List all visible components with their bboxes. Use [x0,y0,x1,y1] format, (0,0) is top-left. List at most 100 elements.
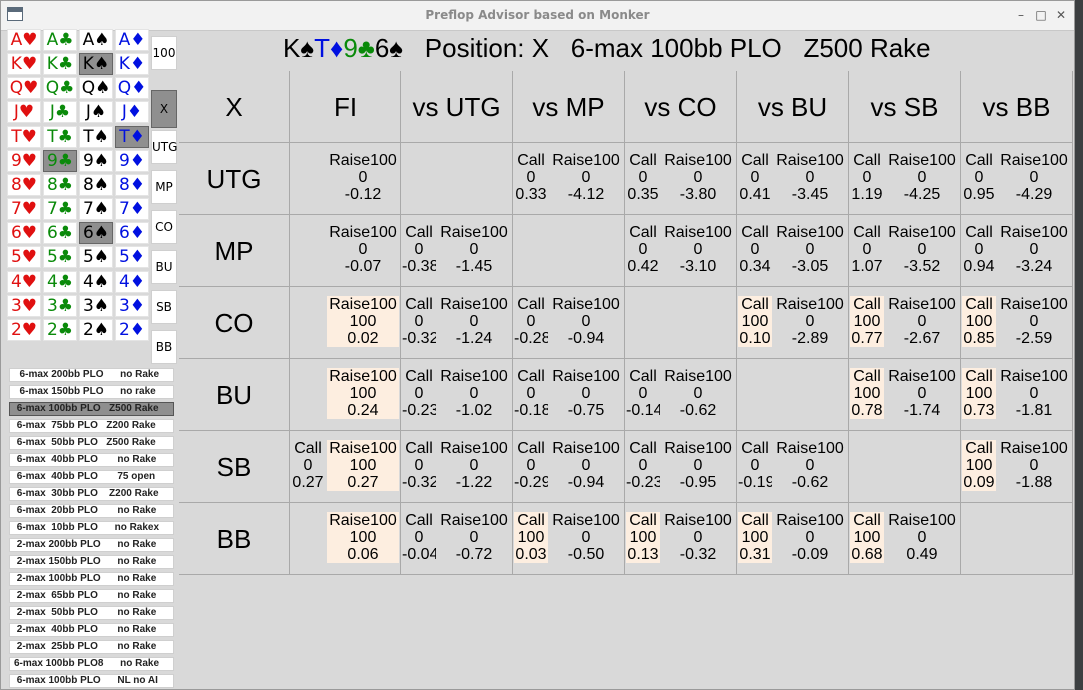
card-2-spades[interactable]: 2♠ [79,318,113,341]
position-button-co[interactable]: CO [151,210,177,244]
sim-list-item[interactable]: 2-max 50bb PLO no Rake [9,606,174,620]
card-T-hearts[interactable]: T♥ [7,125,41,148]
action-call: Call 0 0.94 [962,224,996,275]
close-icon[interactable]: ✕ [1053,7,1069,23]
action-call: Call 0 0.27 [291,440,325,491]
card-9-spades[interactable]: 9♠ [79,149,113,172]
sim-list-item[interactable]: 2-max 100bb PLO no Rake [9,572,174,586]
card-A-clubs[interactable]: A♣ [43,29,77,51]
action-label: Raise100 [664,152,732,169]
action-ev: 0.27 [292,474,324,491]
sim-list-item[interactable]: 2-max 25bb PLO no Rake [9,640,174,654]
sim-list-item[interactable]: 6-max 75bb PLO Z200 Rake [9,419,174,433]
action-call: Call 100 0.03 [514,512,548,563]
action-call: Call 0 -0.23 [402,368,436,419]
action-ev: -0.72 [455,546,493,563]
sim-list-item[interactable]: 6-max 100bb PLO8 no Rake [9,657,174,671]
sim-list-item[interactable]: 6-max 20bb PLO no Rake [9,504,174,518]
action-label: Raise100 [888,296,956,313]
card-2-hearts[interactable]: 2♥ [7,318,41,341]
card-5-clubs[interactable]: 5♣ [43,246,77,269]
card-A-hearts[interactable]: A♥ [7,29,41,51]
card-4-spades[interactable]: 4♠ [79,270,113,293]
sim-list-item[interactable]: 6-max 100bb PLO NL no AI [9,674,174,688]
action-frequency: 0 [805,241,815,258]
card-K-spades[interactable]: K♠ [79,53,113,76]
sim-list-item[interactable]: 6-max 150bb PLO no rake [9,385,174,399]
sim-list-item[interactable]: 2-max 200bb PLO no Rake [9,538,174,552]
card-K-diamonds[interactable]: K♦ [115,53,149,76]
card-2-clubs[interactable]: 2♣ [43,318,77,341]
position-button-sb[interactable]: SB [151,290,177,324]
card-3-hearts[interactable]: 3♥ [7,294,41,317]
card-Q-diamonds[interactable]: Q♦ [115,77,149,100]
card-Q-spades[interactable]: Q♠ [79,77,113,100]
sim-list-item[interactable]: 6-max 50bb PLO Z500 Rake [9,436,174,450]
maximize-icon[interactable]: □ [1033,7,1049,23]
action-frequency: 0 [917,169,927,186]
action-frequency: 0 [693,385,703,402]
card-7-spades[interactable]: 7♠ [79,198,113,221]
card-4-hearts[interactable]: 4♥ [7,270,41,293]
card-K-hearts[interactable]: K♥ [7,53,41,76]
card-3-clubs[interactable]: 3♣ [43,294,77,317]
position-button-bb[interactable]: BB [151,330,177,364]
sim-list-item[interactable]: 6-max 40bb PLO no Rake [9,453,174,467]
position-button-100[interactable]: 100 [151,36,177,70]
card-T-diamonds[interactable]: T♦ [115,125,149,148]
action-frequency: 0 [469,457,479,474]
card-8-spades[interactable]: 8♠ [79,173,113,196]
card-7-hearts[interactable]: 7♥ [7,198,41,221]
card-7-clubs[interactable]: 7♣ [43,198,77,221]
sim-list-item[interactable]: 2-max 150bb PLO no Rake [9,555,174,569]
card-6-diamonds[interactable]: 6♦ [115,222,149,245]
card-4-clubs[interactable]: 4♣ [43,270,77,293]
card-T-spades[interactable]: T♠ [79,125,113,148]
sim-list-item[interactable]: 2-max 40bb PLO no Rake [9,623,174,637]
card-5-spades[interactable]: 5♠ [79,246,113,269]
card-6-clubs[interactable]: 6♣ [43,222,77,245]
card-3-spades[interactable]: 3♠ [79,294,113,317]
card-T-clubs[interactable]: T♣ [43,125,77,148]
card-A-spades[interactable]: A♠ [79,29,113,51]
position-button-mp[interactable]: MP [151,170,177,204]
card-Q-clubs[interactable]: Q♣ [43,77,77,100]
action-ev: 0.10 [739,330,771,347]
card-7-diamonds[interactable]: 7♦ [115,198,149,221]
sim-list-item[interactable]: 2-max 65bb PLO no Rake [9,589,174,603]
app-window: Preflop Advisor based on Monker – □ ✕ A♥… [0,0,1075,690]
card-6-hearts[interactable]: 6♥ [7,222,41,245]
card-8-clubs[interactable]: 8♣ [43,173,77,196]
card-J-hearts[interactable]: J♥ [7,101,41,124]
card-8-hearts[interactable]: 8♥ [7,173,41,196]
action-label: Call [405,296,433,313]
card-9-diamonds[interactable]: 9♦ [115,149,149,172]
sim-list-item[interactable]: 6-max 10bb PLO no Rakex [9,521,174,535]
card-2-diamonds[interactable]: 2♦ [115,318,149,341]
card-9-hearts[interactable]: 9♥ [7,149,41,172]
card-K-clubs[interactable]: K♣ [43,53,77,76]
minimize-icon[interactable]: – [1013,7,1029,23]
sim-list-item[interactable]: 6-max 100bb PLO Z500 Rake [9,402,174,416]
card-Q-hearts[interactable]: Q♥ [7,77,41,100]
position-button-bu[interactable]: BU [151,250,177,284]
card-9-clubs[interactable]: 9♣ [43,149,77,172]
card-4-diamonds[interactable]: 4♦ [115,270,149,293]
card-8-diamonds[interactable]: 8♦ [115,173,149,196]
card-A-diamonds[interactable]: A♦ [115,29,149,51]
card-J-spades[interactable]: J♠ [79,101,113,124]
card-6-spades[interactable]: 6♠ [79,222,113,245]
position-button-utg[interactable]: UTG [151,130,177,164]
card-3-diamonds[interactable]: 3♦ [115,294,149,317]
action-label: Raise100 [664,368,732,385]
card-J-clubs[interactable]: J♣ [43,101,77,124]
card-J-diamonds[interactable]: J♦ [115,101,149,124]
position-button-x[interactable]: X [151,90,177,128]
card-5-diamonds[interactable]: 5♦ [115,246,149,269]
sim-list-item[interactable]: 6-max 200bb PLO no Rake [9,368,174,382]
card-5-hearts[interactable]: 5♥ [7,246,41,269]
action-frequency: 0 [358,169,368,186]
sim-list-item[interactable]: 6-max 40bb PLO 75 open [9,470,174,484]
action-ev: -0.95 [679,474,717,491]
sim-list-item[interactable]: 6-max 30bb PLO Z200 Rake [9,487,174,501]
